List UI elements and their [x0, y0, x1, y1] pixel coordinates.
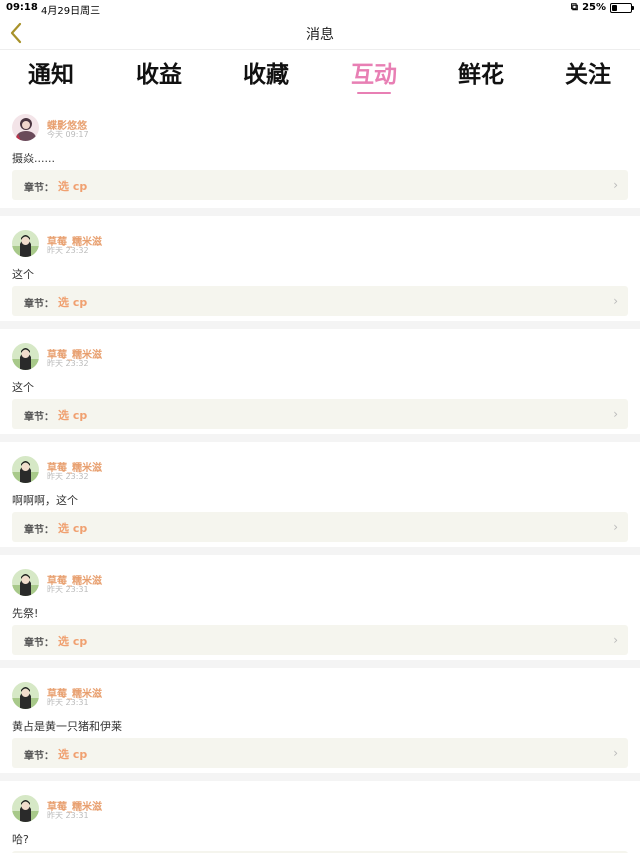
chevron-right-icon: › [613, 633, 618, 647]
chapter-label: 章节： [24, 299, 54, 310]
chapter-label: 章节： [24, 638, 54, 649]
avatar[interactable] [12, 569, 39, 596]
message-content: 哈? [12, 833, 29, 846]
chapter-label: 章节： [24, 525, 54, 536]
chapter-link[interactable]: 章节： 选 cp › [12, 738, 628, 768]
avatar[interactable] [12, 682, 39, 709]
status-time: 09:18 [6, 2, 38, 13]
chapter-name: 选 cp [58, 296, 88, 309]
timestamp: 昨天 23:31 [47, 585, 89, 594]
page-title: 消息 [306, 27, 334, 43]
chapter-link[interactable]: 章节： 选 cp › [12, 625, 628, 655]
chevron-right-icon: › [613, 294, 618, 308]
status-date: 4月29日周三 [41, 6, 101, 17]
battery-percent: 25% [582, 2, 606, 13]
message-card[interactable]: 蝶影悠悠 今天 09:17 摄焱...... 章节：选 cp › [0, 104, 640, 208]
battery-icon [610, 2, 634, 13]
message-card[interactable]: 草莓_糯米滋 昨天 23:31 先祭! 章节：选 cp › [0, 555, 640, 660]
chevron-right-icon: › [613, 520, 618, 534]
chapter-label: 章节： [24, 183, 54, 194]
message-content: 这个 [12, 268, 34, 281]
timestamp: 今天 09:17 [47, 130, 89, 139]
message-content: 啊啊啊，这个 [12, 494, 78, 507]
chapter-label: 章节： [24, 412, 54, 423]
chapter-link[interactable]: 章节： 选 cp › [12, 399, 628, 429]
chevron-right-icon: › [613, 746, 618, 760]
message-feed[interactable]: 蝶影悠悠 今天 09:17 摄焱...... 章节：选 cp › 草莓_糯米滋 昨天 23:… [0, 104, 640, 853]
tab-favorites[interactable]: 收藏 [221, 55, 311, 89]
tab-earnings[interactable]: 收益 [114, 55, 204, 89]
message-card[interactable]: 草莓_糯米滋 昨天 23:32 这个 章节：选 cp › [0, 216, 640, 321]
chapter-name: 选 cp [58, 180, 88, 193]
message-content: 先祭! [12, 607, 39, 620]
avatar[interactable] [12, 114, 39, 141]
chapter-name: 选 cp [58, 522, 88, 535]
timestamp: 昨天 23:32 [47, 359, 89, 368]
message-card[interactable]: 草莓_糯米滋昨天 23:31哈?章节：选 cp› [0, 781, 640, 853]
message-content: 黄占是黄一只猪和伊莱 [12, 720, 122, 733]
chapter-link[interactable]: 章节： 选 cp › [12, 512, 628, 542]
chapter-link[interactable]: 章节： 选 cp › [12, 170, 628, 200]
tab-following[interactable]: 关注 [543, 55, 633, 89]
timestamp: 昨天 23:31 [47, 698, 89, 707]
timestamp: 昨天 23:32 [47, 472, 89, 481]
chapter-name: 选 cp [58, 748, 88, 761]
navigation-bar: 消息 [0, 16, 640, 50]
message-content: 这个 [12, 381, 34, 394]
chapter-link[interactable]: 章节： 选 cp › [12, 286, 628, 316]
message-content: 摄焱...... [12, 152, 55, 165]
status-right: ⧉ 25% [570, 2, 634, 13]
message-card[interactable]: 草莓_糯米滋 昨天 23:32 啊啊啊，这个 章节：选 cp › [0, 442, 640, 547]
timestamp: 昨天 23:32 [47, 246, 89, 255]
message-card[interactable]: 草莓_糯米滋 昨天 23:32 这个 章节：选 cp › [0, 329, 640, 434]
tab-interactions[interactable]: 互动 [329, 55, 419, 89]
active-tab-indicator [357, 92, 391, 94]
status-bar: 09:18 4月29日周三 ⧉ 25% [0, 0, 640, 17]
avatar[interactable] [12, 456, 39, 483]
tab-bar: 通知 收益 收藏 互动 鲜花 关注 [0, 52, 640, 98]
chevron-right-icon: › [613, 407, 618, 421]
avatar[interactable] [12, 230, 39, 257]
chapter-name: 选 cp [58, 635, 88, 648]
timestamp: 昨天 23:31 [47, 811, 89, 820]
message-card[interactable]: 草莓_糯米滋 昨天 23:31 黄占是黄一只猪和伊莱 章节：选 cp › [0, 668, 640, 773]
avatar[interactable] [12, 795, 39, 822]
chevron-right-icon: › [613, 178, 618, 192]
tab-notifications[interactable]: 通知 [6, 55, 96, 89]
chapter-name: 选 cp [58, 409, 88, 422]
chapter-label: 章节： [24, 751, 54, 762]
tab-flowers[interactable]: 鲜花 [436, 55, 526, 89]
avatar[interactable] [12, 343, 39, 370]
link-icon: ⧉ [570, 2, 579, 13]
